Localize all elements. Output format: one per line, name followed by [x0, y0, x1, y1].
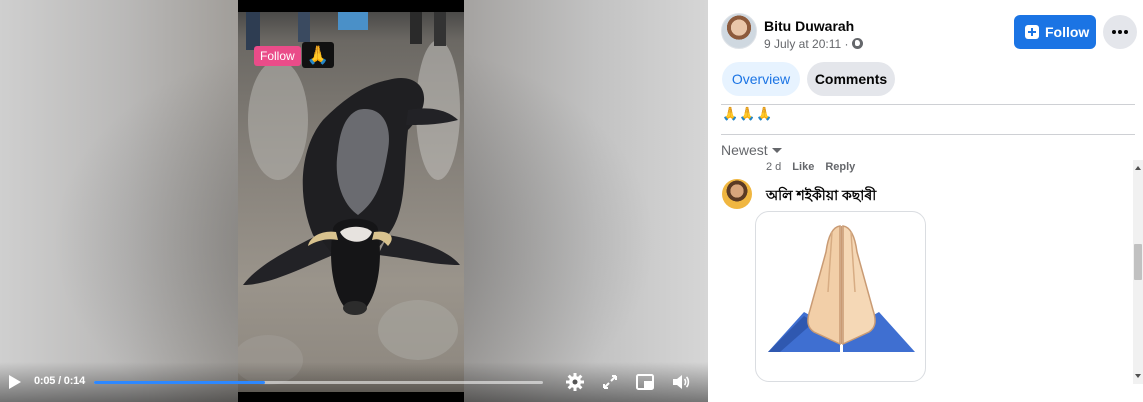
progress-fill [94, 381, 265, 384]
caret-down-icon [771, 148, 782, 153]
post-timestamp[interactable]: 9 July at 20:11 · [764, 37, 863, 51]
comments-scrollbar[interactable] [1133, 160, 1143, 384]
more-dot-icon [1112, 30, 1116, 34]
author-name[interactable]: Bitu Duwarah [764, 18, 854, 34]
follow-button-label: Follow [1045, 24, 1090, 40]
comment-age[interactable]: 2 d [766, 161, 781, 173]
tab-overview[interactable]: Overview [722, 62, 800, 96]
like-link[interactable]: Like [792, 161, 814, 173]
divider [721, 104, 1135, 105]
sort-dropdown[interactable]: Newest [721, 142, 782, 158]
more-options-button[interactable] [1103, 15, 1137, 49]
reply-link[interactable]: Reply [825, 161, 855, 173]
scroll-down-icon[interactable] [1135, 374, 1141, 378]
divider [721, 134, 1135, 135]
tab-comments[interactable]: Comments [807, 62, 895, 96]
more-dot-icon [1124, 30, 1128, 34]
more-dot-icon [1118, 30, 1122, 34]
comment-meta-row: 2 d Like Reply [766, 161, 855, 173]
globe-icon [851, 38, 863, 49]
play-icon[interactable] [8, 374, 22, 390]
facebook-video-viewer: Follow 🙏 0:05 / 0:14 Bitu Duwarah 9 July… [0, 0, 1143, 402]
video-controls: 0:05 / 0:14 [0, 362, 708, 402]
comments-list: 2 d Like Reply অলি শইকীয়া কছাৰী [708, 157, 1136, 402]
progress-bar[interactable] [94, 381, 543, 384]
sort-label: Newest [721, 142, 768, 158]
post-caption: 🙏🙏🙏 [722, 106, 774, 121]
follow-button[interactable]: Follow [1014, 15, 1096, 49]
commenter-avatar[interactable] [722, 179, 752, 209]
picture-in-picture-icon[interactable] [635, 372, 655, 392]
video-player[interactable]: Follow 🙏 0:05 / 0:14 [0, 0, 708, 402]
gear-icon[interactable] [565, 372, 585, 392]
author-avatar[interactable] [721, 13, 757, 49]
commenter-name[interactable]: অলি শইকীয়া কছাৰী [766, 184, 876, 208]
post-panel: Bitu Duwarah 9 July at 20:11 · Follow Ov… [708, 0, 1143, 402]
post-time-text: 9 July at 20:11 · [764, 37, 849, 51]
time-display: 0:05 / 0:14 [34, 375, 86, 387]
add-follow-icon [1025, 25, 1039, 39]
volume-icon[interactable] [671, 372, 691, 392]
scroll-thumb[interactable] [1134, 244, 1142, 280]
follow-badge[interactable]: Follow [254, 46, 301, 66]
expand-icon[interactable] [600, 372, 620, 392]
scroll-up-icon[interactable] [1135, 166, 1141, 170]
sticker-card[interactable] [755, 211, 926, 382]
folded-hands-sticker [768, 225, 915, 352]
pray-emoji-badge: 🙏 [302, 42, 334, 68]
